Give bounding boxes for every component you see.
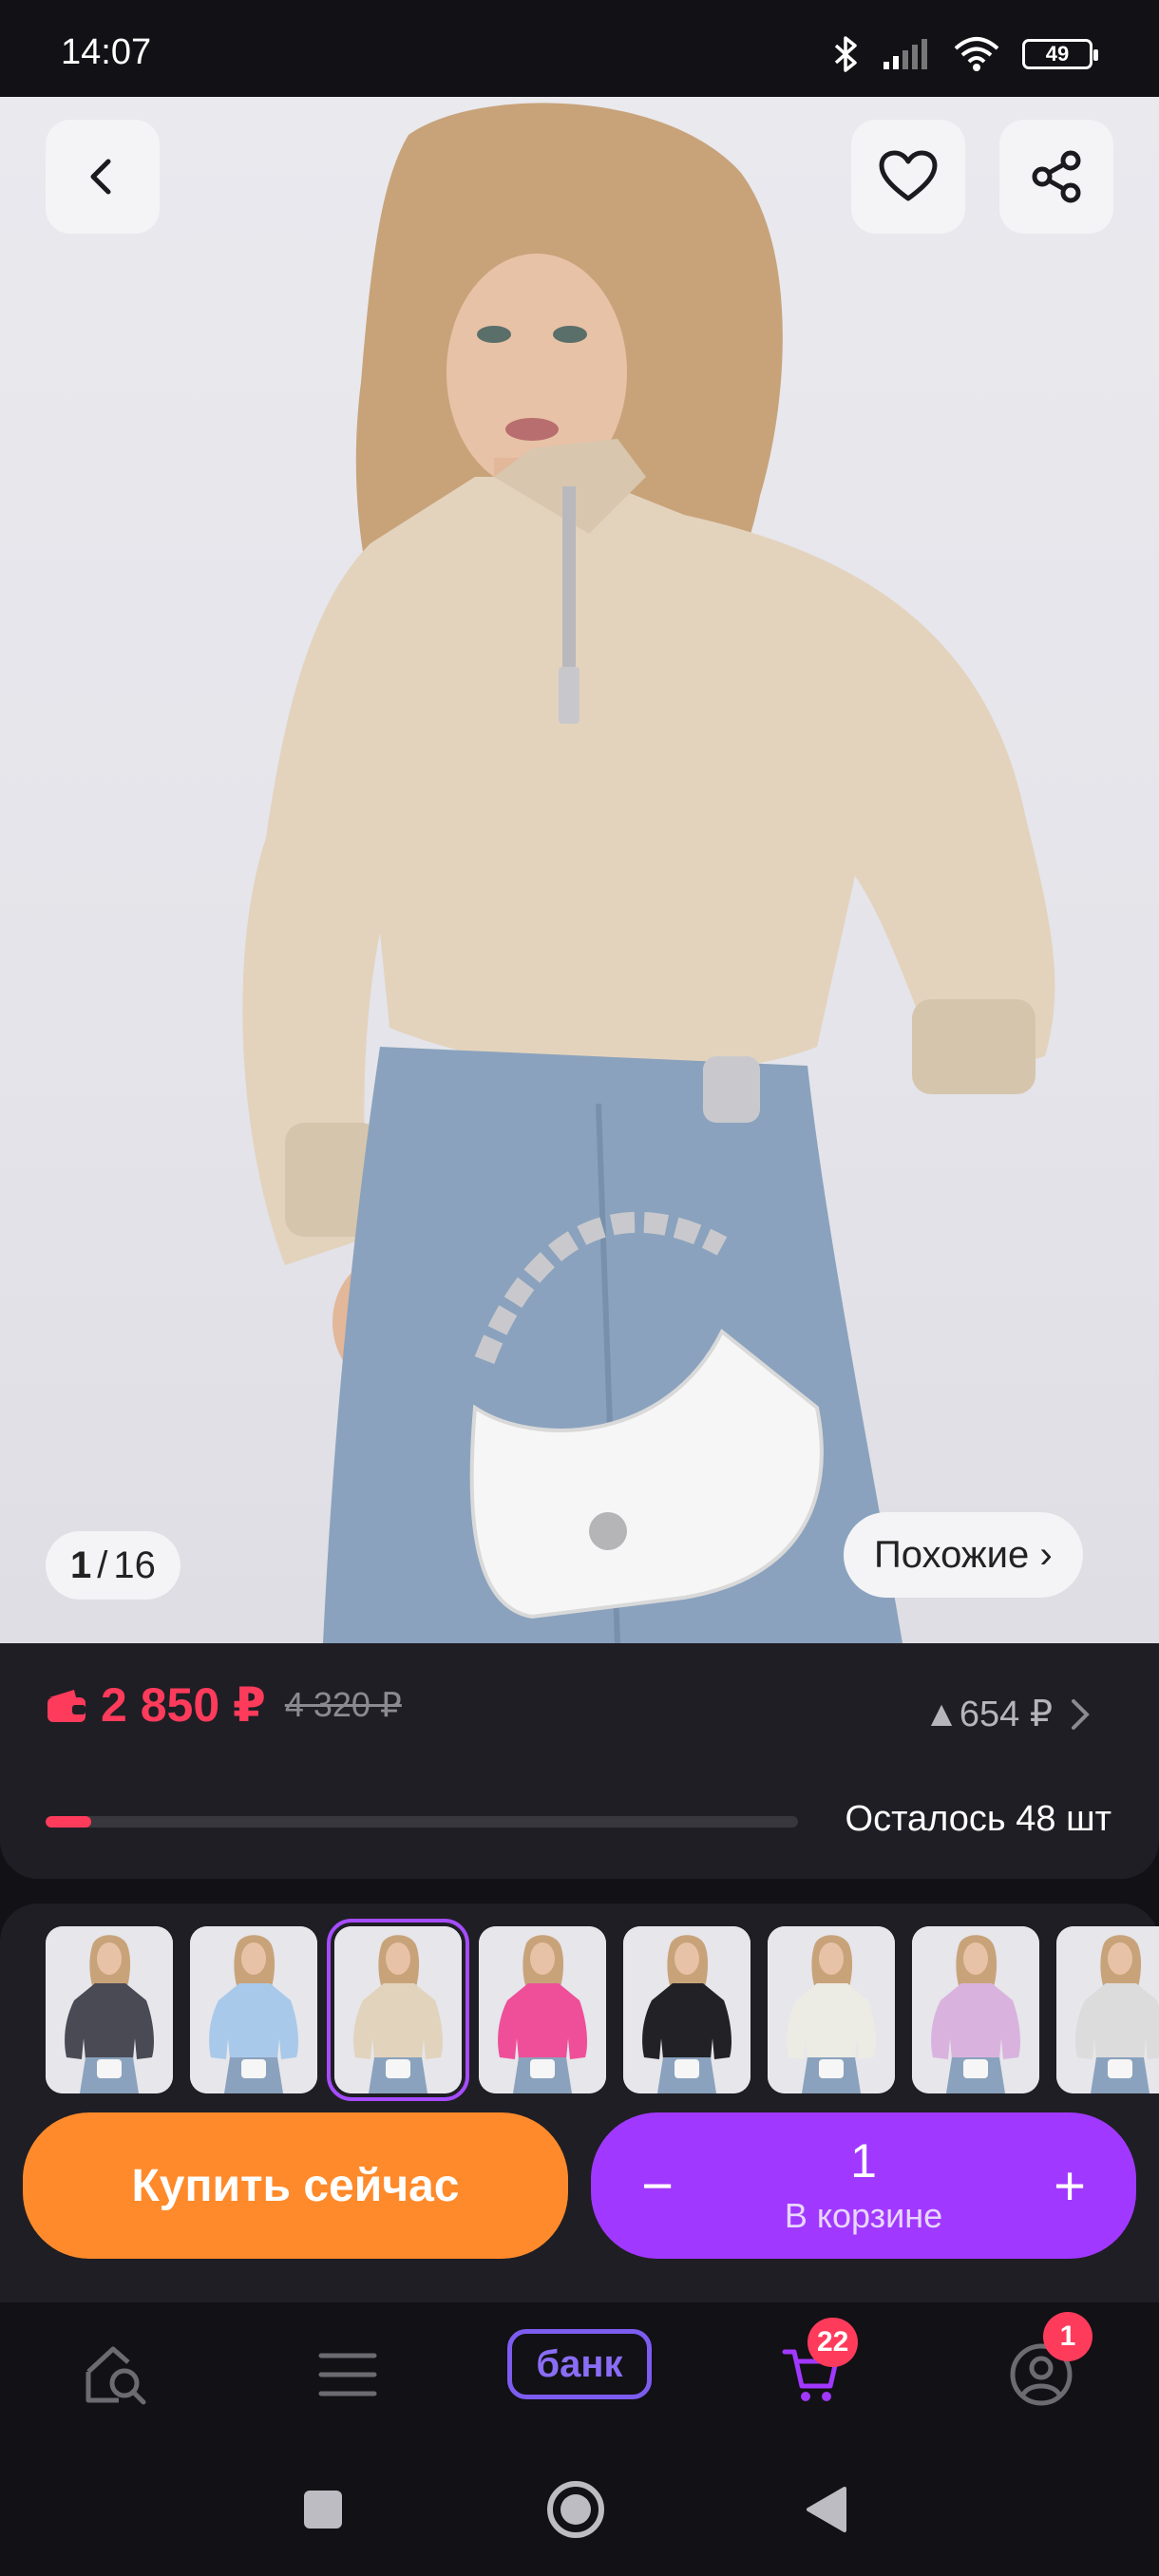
back-arrow-icon xyxy=(90,159,111,195)
price-panel: 2 850 ₽ 4 320 ₽ ▲654 ₽ Осталось 48 шт xyxy=(0,1643,1159,1879)
profile-badge: 1 xyxy=(1043,2312,1092,2361)
color-variant-black[interactable] xyxy=(623,1926,750,2093)
color-variant-lilac[interactable] xyxy=(912,1926,1039,2093)
nav-catalog[interactable] xyxy=(300,2327,395,2422)
nav-profile[interactable]: 1 xyxy=(994,2312,1092,2422)
back-system-button[interactable] xyxy=(779,2443,874,2576)
nav-home[interactable] xyxy=(68,2327,163,2422)
increase-quantity-button[interactable]: + xyxy=(1013,2112,1127,2259)
product-photo xyxy=(242,103,1055,1643)
back-button[interactable] xyxy=(46,120,160,234)
heart-icon xyxy=(879,150,938,201)
stock-remaining: Осталось 48 шт xyxy=(845,1799,1112,1839)
color-variant-pink[interactable] xyxy=(479,1926,606,2093)
battery-indicator: 49 xyxy=(1022,39,1098,69)
color-variant-light-blue[interactable] xyxy=(190,1926,317,2093)
buy-now-button[interactable]: Купить сейчас xyxy=(23,2112,568,2259)
gallery-counter-total: 16 xyxy=(113,1544,156,1586)
system-navigation xyxy=(0,2443,1159,2576)
similar-button[interactable]: Похожие › xyxy=(844,1512,1083,1598)
current-price: 2 850 ₽ xyxy=(101,1678,266,1732)
favorite-button[interactable] xyxy=(851,120,965,234)
color-variant-graphite[interactable] xyxy=(46,1926,173,2093)
product-gallery[interactable]: 1 / 16 Похожие › xyxy=(0,97,1159,1643)
wallet-icon xyxy=(48,1690,86,1722)
signal-icon xyxy=(884,39,927,69)
old-price: 4 320 ₽ xyxy=(284,1685,402,1724)
gallery-counter: 1 / 16 xyxy=(46,1531,180,1600)
share-button[interactable] xyxy=(999,120,1113,234)
status-time: 14:07 xyxy=(61,32,152,72)
home-button[interactable] xyxy=(528,2443,623,2576)
stock-progress-fill xyxy=(46,1816,91,1828)
color-variants xyxy=(46,1919,1159,2101)
chevron-right-icon xyxy=(1072,1698,1090,1730)
wifi-icon xyxy=(954,37,999,71)
share-icon xyxy=(1032,150,1081,203)
recents-button[interactable] xyxy=(276,2443,370,2576)
nav-bank[interactable]: банк xyxy=(507,2329,652,2399)
home-search-icon xyxy=(86,2346,146,2405)
price-row: 2 850 ₽ 4 320 ₽ xyxy=(46,1677,402,1733)
bottom-nav: банк 22 1 xyxy=(0,2302,1159,2443)
nav-cart[interactable]: 22 xyxy=(764,2318,859,2422)
cart-badge: 22 xyxy=(808,2318,859,2367)
color-variant-milk[interactable] xyxy=(768,1926,895,2093)
gallery-counter-current: 1 xyxy=(70,1544,92,1586)
price-diff-value: ▲654 ₽ xyxy=(923,1695,1053,1734)
color-variant-light-gray[interactable] xyxy=(1056,1926,1159,2093)
status-icons: 49 xyxy=(832,34,1098,74)
triangle-back-icon xyxy=(807,2487,846,2532)
status-bar: 14:07 49 xyxy=(0,0,1159,97)
bluetooth-icon xyxy=(834,36,857,72)
color-variant-beige[interactable] xyxy=(327,1919,469,2101)
gallery-counter-sep: / xyxy=(97,1544,108,1586)
menu-icon xyxy=(318,2353,377,2396)
cart-quantity-control: − 1 В корзине + xyxy=(591,2112,1136,2259)
circle-icon xyxy=(547,2481,604,2538)
stock-progress-bar xyxy=(46,1816,798,1828)
price-history-link[interactable]: ▲654 ₽ xyxy=(923,1693,1091,1735)
square-icon xyxy=(304,2491,342,2529)
